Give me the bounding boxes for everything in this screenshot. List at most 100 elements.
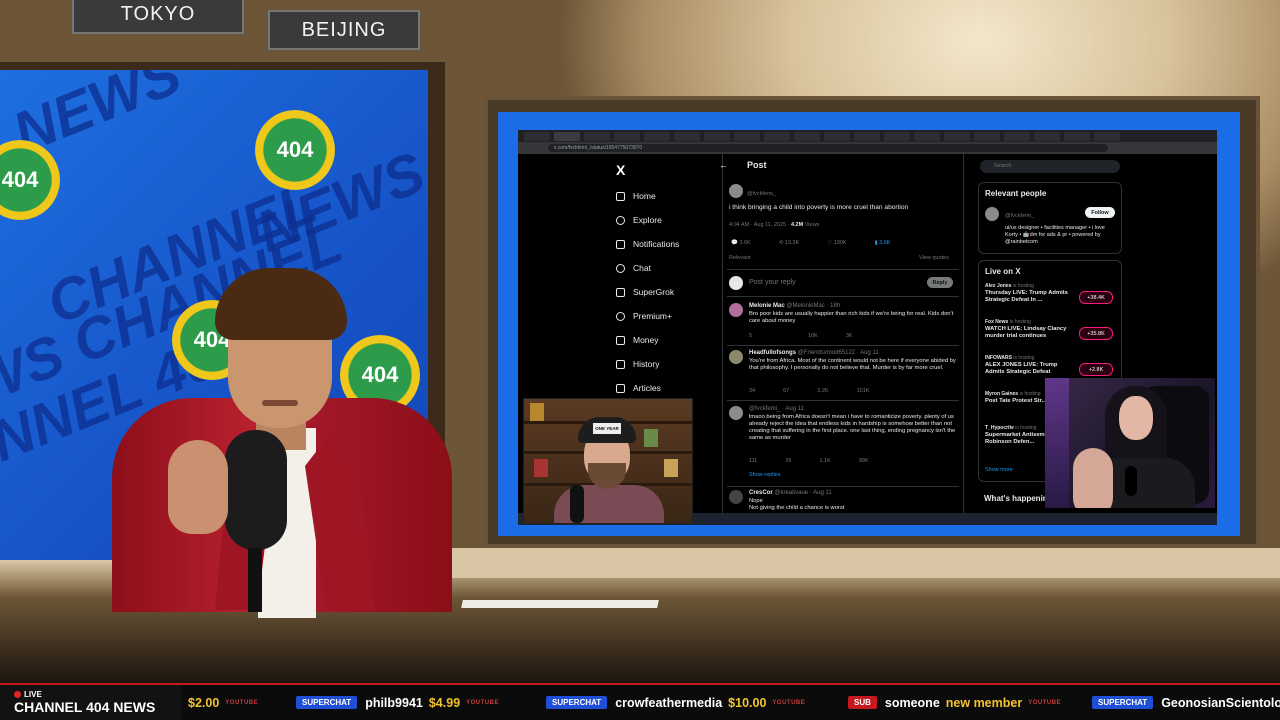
relevant-people-card: Relevant people @fvckfemi_ Follow ui/ux … <box>978 182 1122 254</box>
money-icon <box>616 335 625 345</box>
relevant-people-title: Relevant people <box>985 189 1047 198</box>
browser-tab[interactable] <box>764 132 790 141</box>
browser-tab[interactable] <box>824 132 850 141</box>
nav-item-articles[interactable]: Articles <box>616 380 661 396</box>
live-badge: LIVE <box>14 690 42 699</box>
post-author-handle[interactable]: @fvckfemi_ <box>747 191 776 197</box>
list-item[interactable]: Headfullofsongs @Friendsvmod65122 · Aug … <box>727 348 959 401</box>
ticker-item: SUPERCHAT GeonosianScientolo <box>1092 685 1280 720</box>
reply-composer: Post your reply Reply <box>727 269 959 297</box>
nav-item-chat[interactable]: Chat <box>616 260 651 276</box>
reply-count[interactable]: 💬 3.6K <box>731 240 751 246</box>
back-arrow-icon[interactable]: ← <box>719 160 728 170</box>
nav-item-home[interactable]: Home <box>616 188 656 204</box>
live-on-x-title: Live on X <box>985 267 1021 276</box>
repost-count[interactable]: ⟲ 13.3K <box>779 240 800 246</box>
live-item[interactable]: Fox News is hosting WATCH LIVE: Lindsay … <box>985 319 1117 340</box>
browser-tab[interactable] <box>974 132 1000 141</box>
browser-tab[interactable] <box>854 132 880 141</box>
reply-author: Melonie Mac @MelonieMac · 18h <box>749 303 841 309</box>
x-logo-icon[interactable]: X <box>616 162 625 178</box>
post-actions: 💬 3.6K ⟲ 13.3K ♡ 130K ▮ 3.6K <box>731 240 890 246</box>
reply-input[interactable]: Post your reply <box>749 279 796 286</box>
live-dot-icon <box>14 691 21 698</box>
browser-tab[interactable] <box>554 132 580 141</box>
view-quotes-link[interactable]: View quotes <box>919 255 949 261</box>
post-text: i think bringing a child into poverty is… <box>729 204 909 211</box>
like-count[interactable]: ♡ 130K <box>827 240 846 246</box>
superchat-badge: SUPERCHAT <box>296 696 358 709</box>
avatar[interactable] <box>729 350 743 364</box>
superchat-badge: SUPERCHAT <box>546 696 608 709</box>
avatar <box>729 276 743 290</box>
live-item[interactable]: INFOWARS is hosting ALEX JONES LIVE: Tru… <box>985 355 1117 376</box>
nav-item-money[interactable]: Money <box>616 332 659 348</box>
ticker-item: $2.00 YOUTUBE <box>188 695 259 710</box>
reply-button[interactable]: Reply <box>927 277 953 288</box>
live-item[interactable]: Alex Jones is hosting Thursday LIVE: Tru… <box>985 283 1117 304</box>
ticker-item: SUB someone new member YOUTUBE <box>848 685 1061 720</box>
browser-tab[interactable] <box>1094 132 1120 141</box>
avatar[interactable] <box>729 406 743 420</box>
article-icon <box>616 383 625 393</box>
post-column: ← Post @fvckfemi_ i think bringing a chi… <box>719 154 964 525</box>
nav-item-supergrok[interactable]: SuperGrok <box>616 284 674 300</box>
browser-tab[interactable] <box>1034 132 1060 141</box>
address-bar: x.com/fvckfemi_/status/1954775073070 <box>518 142 1217 154</box>
nav-item-history[interactable]: History <box>616 356 659 372</box>
browser-tab[interactable] <box>1004 132 1030 141</box>
show-replies-link[interactable]: Show replies <box>749 472 781 478</box>
reply-actions: 5 10K 3K <box>749 333 853 339</box>
search-icon <box>616 215 625 225</box>
reply-text: lmaoo being from Africa doesn't mean i h… <box>749 414 956 441</box>
live-count-badge: +2.8K <box>1079 363 1113 376</box>
search-input[interactable]: Search <box>980 160 1120 173</box>
nav-item-notifications[interactable]: Notifications <box>616 236 679 252</box>
browser-tab[interactable] <box>794 132 820 141</box>
avatar[interactable] <box>729 490 743 504</box>
list-item[interactable]: Melonie Mac @MelonieMac · 18h Bro poor k… <box>727 301 959 346</box>
person-bio: ui/ux designer • facilities manager • i … <box>1005 225 1105 245</box>
browser-tab[interactable] <box>674 132 700 141</box>
url-field[interactable]: x.com/fvckfemi_/status/1954775073070 <box>548 144 1108 152</box>
channel-logo-icon: 404 <box>255 110 335 190</box>
host-hand <box>168 440 228 534</box>
follow-button[interactable]: Follow <box>1085 207 1115 218</box>
bell-icon <box>616 239 625 249</box>
nav-item-explore[interactable]: Explore <box>616 212 662 228</box>
webcam-guest-2 <box>1045 378 1215 508</box>
sort-relevant[interactable]: Relevant <box>729 255 751 261</box>
browser-tab[interactable] <box>914 132 940 141</box>
avatar[interactable] <box>729 303 743 317</box>
browser-tab[interactable] <box>884 132 910 141</box>
person-handle[interactable]: @fvckfemi_ <box>1005 213 1034 219</box>
post-views: 4.2M <box>790 222 804 228</box>
superchat-badge: SUPERCHAT <box>1092 696 1154 709</box>
city-sign-beijing: BEIJING <box>268 10 420 50</box>
post-meta: 4:04 AM · Aug 11, 2025 · 4.2M Views <box>729 222 820 228</box>
show-more-link[interactable]: Show more <box>985 467 1013 473</box>
browser-tab[interactable] <box>944 132 970 141</box>
browser-tab[interactable] <box>644 132 670 141</box>
webcam-guest-1: ONE YEAR <box>523 398 693 524</box>
list-item[interactable]: @fvckfemi_ · Aug 11 lmaoo being from Afr… <box>727 404 959 487</box>
whats-happening-title: What's happening <box>984 494 1053 503</box>
browser-tab[interactable] <box>584 132 610 141</box>
ticker-item: SUPERCHAT philb9941 $4.99 YOUTUBE <box>296 685 499 720</box>
ticker-bar: LIVE CHANNEL 404 NEWS $2.00 YOUTUBE SUPER… <box>0 685 1280 720</box>
reply-author: @fvckfemi_ · Aug 11 <box>749 406 805 412</box>
browser-tab[interactable] <box>614 132 640 141</box>
reply-author: Headfullofsongs @Friendsvmod65122 · Aug … <box>749 350 879 356</box>
reply-text: Bro poor kids are usually happier than r… <box>749 311 954 324</box>
avatar[interactable] <box>729 184 743 198</box>
browser-tab[interactable] <box>524 132 550 141</box>
browser-tab[interactable] <box>734 132 760 141</box>
avatar[interactable] <box>985 207 999 221</box>
bookmark-count[interactable]: ▮ 3.6K <box>875 240 891 246</box>
nav-item-premium[interactable]: Premium+ <box>616 308 672 324</box>
browser-tab[interactable] <box>704 132 730 141</box>
browser-tab[interactable] <box>1064 132 1090 141</box>
channel-name: CHANNEL 404 NEWS <box>14 699 156 715</box>
host-microphone-icon <box>225 430 287 550</box>
live-count-badge: +35.8K <box>1079 327 1113 340</box>
